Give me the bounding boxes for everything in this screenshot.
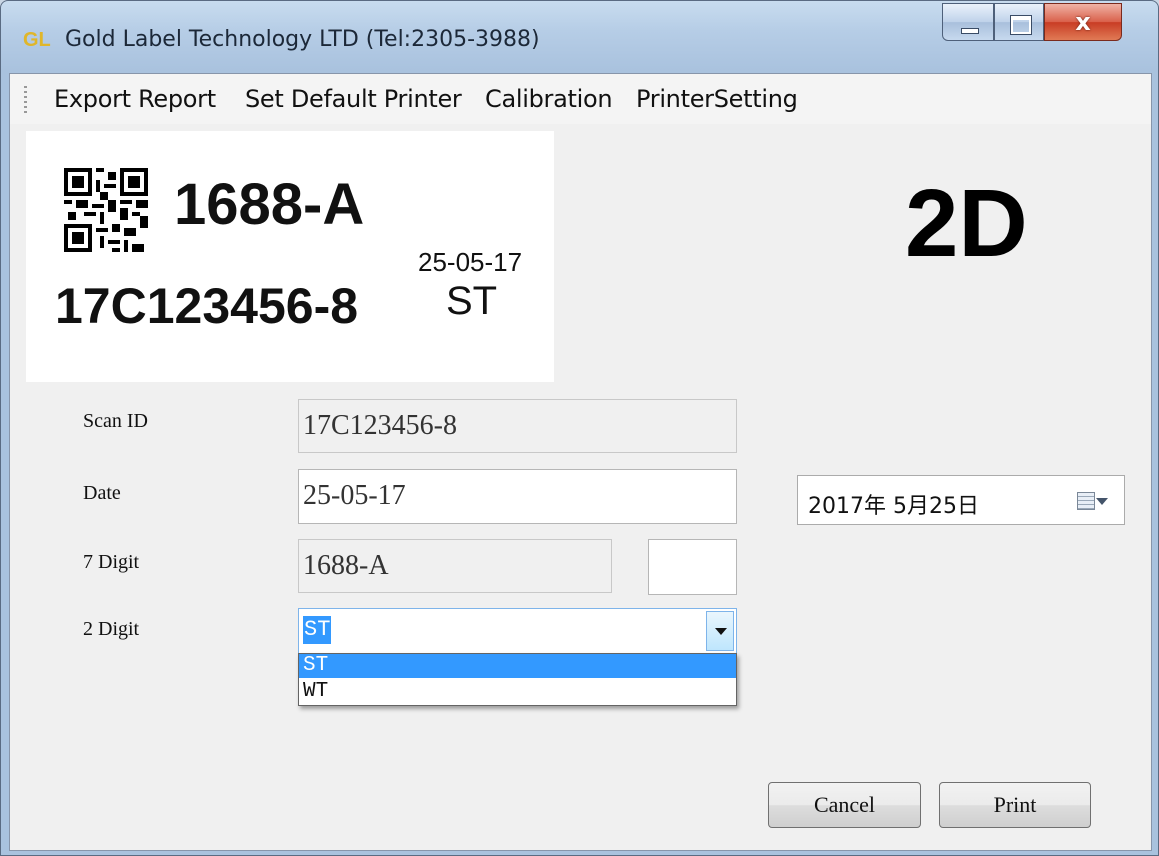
menu-grip[interactable]	[24, 86, 27, 114]
label-preview: 1688-A 25-05-17 17C123456-8 ST	[26, 131, 554, 382]
date-field[interactable]: 25-05-17	[298, 469, 737, 524]
date-label: Date	[83, 482, 121, 504]
preview-date: 25-05-17	[418, 247, 523, 277]
digit2-selected-value: ST	[303, 616, 332, 644]
mode-label: 2D	[905, 170, 1028, 277]
cancel-button[interactable]: Cancel	[768, 782, 921, 828]
print-button[interactable]: Print	[939, 782, 1091, 828]
menu-set-default-printer[interactable]: Set Default Printer	[245, 85, 462, 113]
close-button[interactable]: x	[1044, 3, 1122, 41]
scan-id-label: Scan ID	[83, 410, 148, 432]
qr-code-icon	[64, 168, 148, 252]
digit7-extra-field[interactable]	[648, 539, 737, 595]
menu-export-report[interactable]: Export Report	[54, 85, 216, 113]
app-logo-icon: GL	[23, 29, 51, 51]
menu-printer-setting[interactable]: PrinterSetting	[636, 85, 798, 113]
date-picker[interactable]: 2017年 5月25日	[797, 475, 1125, 525]
maximize-button[interactable]	[994, 3, 1044, 41]
title-bar[interactable]: GL Gold Label Technology LTD (Tel:2305-3…	[1, 1, 1158, 71]
window-title: Gold Label Technology LTD (Tel:2305-3988…	[65, 27, 540, 52]
digit7-field[interactable]: 1688-A	[298, 539, 612, 593]
client-area: Export Report Set Default Printer Calibr…	[9, 73, 1152, 851]
digit7-label: 7 Digit	[83, 551, 140, 573]
menu-calibration[interactable]: Calibration	[485, 85, 613, 113]
preview-digit2: ST	[446, 279, 498, 323]
date-picker-dropdown-icon[interactable]	[1096, 498, 1108, 505]
date-picker-value: 2017年 5月25日	[808, 494, 979, 519]
app-window: GL Gold Label Technology LTD (Tel:2305-3…	[0, 0, 1159, 856]
digit2-label: 2 Digit	[83, 618, 140, 640]
menu-bar: Export Report Set Default Printer Calibr…	[10, 74, 1151, 124]
scan-id-field[interactable]: 17C123456-8	[298, 399, 737, 453]
dropdown-option-st[interactable]: ST	[299, 654, 736, 678]
digit2-combobox[interactable]: ST	[298, 608, 737, 654]
digit2-dropdown-list: ST WT	[298, 653, 737, 706]
minimize-button[interactable]	[942, 3, 994, 41]
calendar-icon[interactable]	[1077, 492, 1095, 510]
chevron-down-icon[interactable]	[706, 611, 734, 651]
dropdown-option-wt[interactable]: WT	[299, 680, 736, 704]
preview-code: 1688-A	[174, 172, 365, 237]
preview-scan-id: 17C123456-8	[55, 278, 359, 334]
close-icon: x	[1075, 8, 1091, 36]
